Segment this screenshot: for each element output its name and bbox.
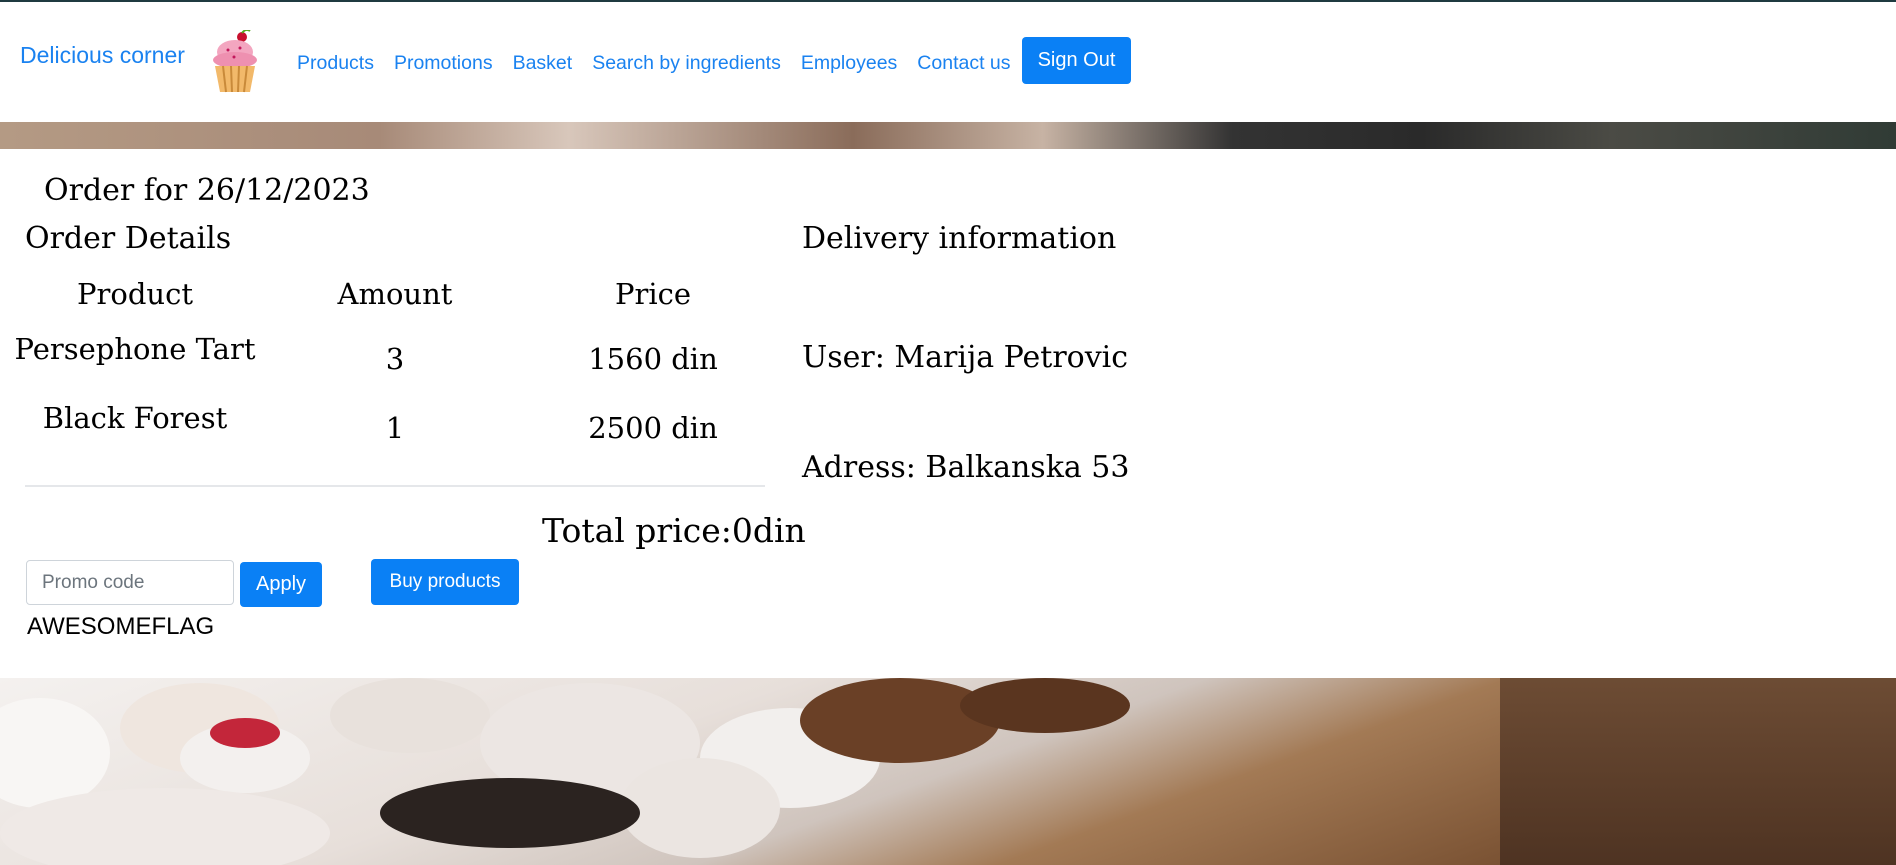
nav-links: Products Promotions Basket Search by ing…: [297, 52, 1031, 75]
table-divider: [25, 485, 765, 487]
row-product: Persephone Tart: [14, 332, 256, 366]
nav-search-by-ingredients[interactable]: Search by ingredients: [592, 52, 781, 75]
row-price: 2500 din: [588, 411, 718, 445]
buy-products-button[interactable]: Buy products: [371, 559, 519, 605]
row-amount: 1: [385, 411, 405, 445]
nav-promotions[interactable]: Promotions: [394, 52, 493, 75]
pastry: [380, 778, 640, 848]
pastry: [210, 718, 280, 748]
column-header-product: Product: [77, 277, 193, 311]
cupcake-icon: [213, 30, 257, 93]
row-amount: 3: [385, 342, 405, 376]
background-photo-bottom: [0, 678, 1896, 865]
pastry: [800, 678, 1000, 763]
promo-code-input[interactable]: [26, 560, 234, 605]
order-details-title: Order Details: [25, 221, 232, 256]
nav-basket[interactable]: Basket: [513, 52, 573, 75]
column-header-price: Price: [614, 277, 692, 311]
navbar: Delicious corner Products Promotions Bas…: [0, 2, 1896, 122]
column-header-amount: Amount: [337, 277, 453, 311]
brand-link[interactable]: Delicious corner: [20, 42, 185, 69]
nav-employees[interactable]: Employees: [801, 52, 897, 75]
pastry: [620, 758, 780, 858]
delivery-info-title: Delivery information: [802, 221, 1117, 256]
order-card: Order for 26/12/2023 Order Details Produ…: [0, 149, 1896, 678]
apply-promo-button[interactable]: Apply: [240, 562, 322, 607]
pastry: [330, 678, 490, 753]
order-title: Order for 26/12/2023: [44, 173, 370, 208]
total-price: Total price:0din: [542, 511, 806, 550]
sign-out-button[interactable]: Sign Out: [1022, 37, 1131, 84]
row-price: 1560 din: [588, 342, 718, 376]
row-product: Black Forest: [42, 401, 228, 435]
nav-contact-us[interactable]: Contact us: [917, 52, 1010, 75]
promo-code-text: AWESOMEFLAG: [27, 613, 215, 640]
delivery-user: User: Marija Petrovic: [802, 340, 1129, 375]
background-photo-top: [0, 122, 1896, 149]
nav-products[interactable]: Products: [297, 52, 374, 75]
delivery-address: Adress: Balkanska 53: [802, 450, 1130, 485]
pastry: [960, 678, 1130, 733]
